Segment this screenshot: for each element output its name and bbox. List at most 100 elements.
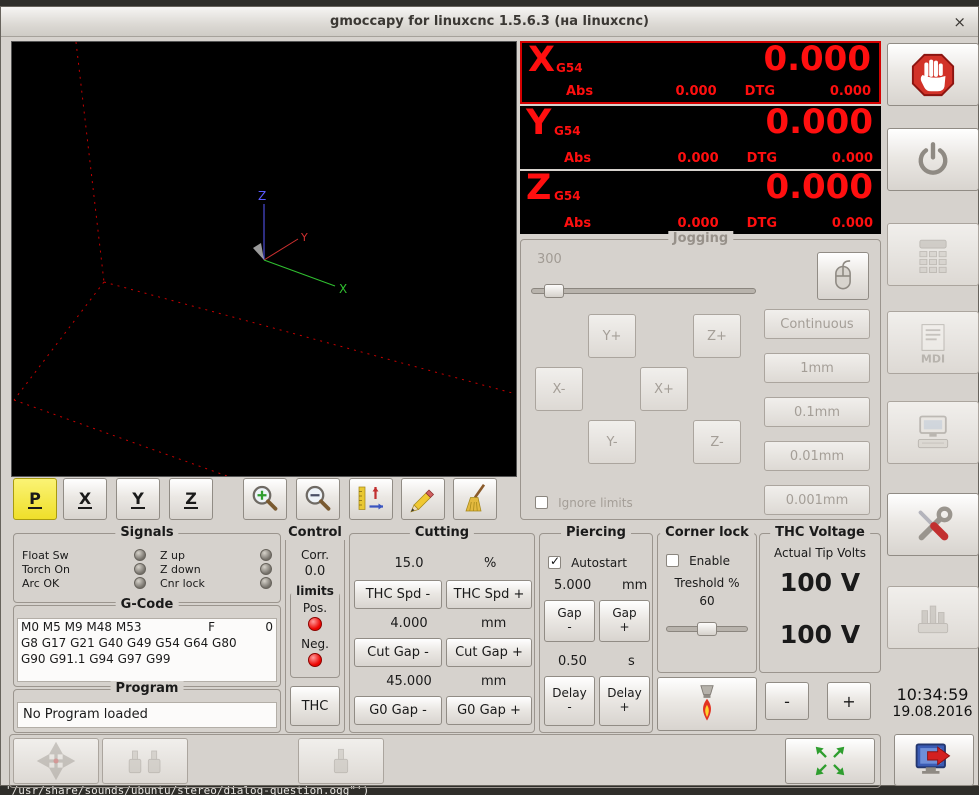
increment-label: 0.01mm (789, 448, 845, 464)
cutting-frame: Cutting 15.0 % THC Spd - THC Spd + 4.000… (349, 525, 535, 733)
button-label: - (784, 691, 790, 711)
zoom-out-button[interactable] (296, 478, 340, 520)
letter-y-label: Y (131, 488, 145, 509)
button-label: + (842, 691, 856, 711)
dro-coord-system: G54 (556, 61, 583, 75)
button-label: Delay + (607, 686, 642, 714)
g0-gap-plus-button[interactable]: G0 Gap + (446, 696, 532, 725)
dro-axis-x[interactable]: X G54 0.000 Abs 0.000 DTG 0.000 (520, 41, 881, 104)
abs-value: 0.000 (677, 151, 719, 166)
neg-limit-label: Neg. (301, 637, 329, 651)
g0-gap-minus-button[interactable]: G0 Gap - (354, 696, 442, 725)
increment-label: 1mm (800, 360, 834, 376)
cut-gap-unit: mm (481, 616, 507, 631)
button-label: Gap - (557, 606, 582, 634)
enable-label: Enable (689, 554, 730, 568)
signals-frame: Signals Float Sw Torch On Arc OK Z up Z … (13, 525, 281, 603)
view-z-button[interactable]: Z (169, 478, 213, 520)
tool-station-button[interactable] (887, 586, 979, 649)
tool-clamp-pair-icon (128, 750, 161, 774)
touch-off-button[interactable] (102, 738, 188, 784)
dro-value: 0.000 (765, 106, 873, 142)
tool-editor-button[interactable] (887, 401, 979, 464)
mouse-jog-button[interactable] (817, 252, 869, 300)
tool-station-icon (917, 605, 949, 633)
fullscreen-button[interactable] (785, 738, 875, 784)
pierce-delay-plus-button[interactable]: Delay + (599, 676, 650, 726)
pierce-gap-plus-button[interactable]: Gap + (599, 600, 650, 642)
button-label: Gap + (612, 606, 637, 634)
abs-label: Abs (564, 216, 592, 231)
threshold-slider-handle[interactable] (697, 622, 717, 636)
jog-y-minus-button[interactable]: Y- (588, 420, 636, 464)
corner-lock-enable-checkbox[interactable]: Enable (666, 550, 730, 569)
voltage-plus-button[interactable]: + (827, 682, 871, 720)
jogging-frame: Jogging 300 Y+ Z+ X- X+ Y- Z- Continuous… (520, 231, 881, 520)
ignore-limits-checkbox[interactable]: Ignore limits (535, 492, 633, 511)
signal-label: Arc OK (22, 576, 60, 590)
float-switch-led (134, 549, 146, 561)
signal-label: Cnr lock (160, 576, 205, 590)
g0-gap-value: 45.000 (386, 674, 432, 689)
pierce-gap-minus-button[interactable]: Gap - (544, 600, 595, 642)
settings-button[interactable] (887, 493, 979, 556)
origin-axes-triad: Z Y X (253, 189, 347, 296)
gcode-line-3: G90 G91.1 G94 G97 G99 (21, 652, 171, 666)
keypad-button[interactable] (887, 223, 979, 286)
toggle-dimensions-button[interactable] (349, 478, 393, 520)
jog-speed-slider-handle[interactable] (544, 284, 564, 298)
machine-stop-button[interactable] (887, 43, 979, 106)
thc-speed-plus-button[interactable]: THC Spd + (446, 580, 532, 609)
jog-x-minus-button[interactable]: X- (535, 367, 583, 411)
button-label: Delay - (552, 686, 587, 714)
dro-coord-system: G54 (554, 189, 581, 203)
titlebar[interactable]: gmoccapy for linuxcnc 1.5.6.3 (на linuxc… (1, 7, 978, 37)
exit-button[interactable] (894, 734, 974, 786)
autostart-checkbox[interactable]: Autostart (548, 552, 627, 571)
pierce-delay-minus-button[interactable]: Delay - (544, 676, 595, 726)
torch-button[interactable] (657, 677, 757, 731)
pos-limit-led (308, 617, 322, 631)
increment-0-01mm-button[interactable]: 0.01mm (764, 441, 870, 471)
zoom-in-button[interactable] (243, 478, 287, 520)
increment-0-1mm-button[interactable]: 0.1mm (764, 397, 870, 427)
dro-axis-z[interactable]: Z G54 0.000 Abs 0.000 DTG 0.000 (520, 171, 881, 234)
tool-measure-button[interactable] (298, 738, 384, 784)
jog-z-plus-button[interactable]: Z+ (693, 314, 741, 358)
increment-1mm-button[interactable]: 1mm (764, 353, 870, 383)
thc-speed-minus-button[interactable]: THC Spd - (354, 580, 442, 609)
dtg-value: 0.000 (829, 84, 871, 99)
jog-x-plus-button[interactable]: X+ (640, 367, 688, 411)
increment-continuous-button[interactable]: Continuous (764, 309, 870, 339)
computer-icon (917, 415, 949, 448)
wrench-screwdriver-icon (918, 506, 953, 540)
jog-y-plus-button[interactable]: Y+ (588, 314, 636, 358)
mdi-button[interactable]: MDI (887, 311, 979, 374)
home-axes-button[interactable] (13, 738, 99, 784)
dro-axis-y[interactable]: Y G54 0.000 Abs 0.000 DTG 0.000 (520, 106, 881, 169)
cut-gap-plus-button[interactable]: Cut Gap + (446, 638, 532, 667)
edit-gcode-button[interactable] (401, 478, 445, 520)
abs-label: Abs (566, 84, 594, 99)
checkbox-box[interactable] (548, 554, 561, 569)
cut-gap-minus-button[interactable]: Cut Gap - (354, 638, 442, 667)
arrows-cross-icon (36, 741, 76, 781)
mdi-text: MDI (921, 352, 945, 365)
view-x-button[interactable]: X (63, 478, 107, 520)
increment-0-001mm-button[interactable]: 0.001mm (764, 485, 870, 515)
voltage-minus-button[interactable]: - (765, 682, 809, 720)
checkbox-box[interactable] (666, 554, 679, 567)
gcode-preview[interactable]: Z Y X (11, 41, 517, 477)
view-perspective-button[interactable]: P (13, 478, 57, 520)
checkbox-box[interactable] (535, 496, 548, 509)
jog-speed-slider[interactable] (531, 284, 756, 298)
clear-plot-button[interactable] (453, 478, 497, 520)
machine-on-button[interactable] (887, 128, 979, 191)
thc-toggle-button[interactable]: THC (290, 686, 340, 726)
window-close-button[interactable]: × (953, 7, 966, 37)
letter-p-label: P (28, 488, 42, 509)
view-y-button[interactable]: Y (116, 478, 160, 520)
jog-z-minus-button[interactable]: Z- (693, 420, 741, 464)
threshold-slider[interactable] (666, 622, 748, 636)
clock-display: 10:34:59 19.08.2016 (885, 685, 979, 720)
